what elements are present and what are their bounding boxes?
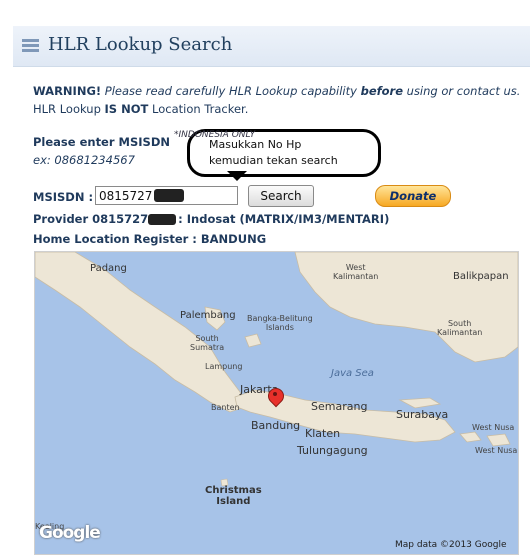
warning-text-2: using or contact us. bbox=[403, 84, 521, 98]
map-label-christmas-island: Christmas Island bbox=[205, 485, 262, 507]
top-strip bbox=[0, 0, 530, 28]
warning-text: WARNING! Please read carefully HLR Looku… bbox=[33, 82, 523, 118]
map-label-south-kalimantan: South Kalimantan bbox=[437, 319, 483, 337]
warning-bold: before bbox=[360, 84, 403, 98]
warning-line2-a: HLR Lookup bbox=[33, 102, 105, 116]
menu-icon[interactable] bbox=[22, 39, 39, 52]
warning-line2-b: IS NOT bbox=[104, 102, 149, 116]
redaction-mark bbox=[154, 189, 184, 202]
panel-header: HLR Lookup Search bbox=[13, 26, 530, 67]
warning-prefix: WARNING! bbox=[33, 84, 102, 98]
msisdn-example: ex: 08681234567 bbox=[33, 153, 135, 167]
map-label-surabaya: Surabaya bbox=[396, 408, 449, 421]
annotation-bubble-tail bbox=[227, 171, 247, 181]
map-data-attribution: Map data ©2013 Google bbox=[395, 540, 507, 550]
provider-prefix: Provider 0815727 bbox=[33, 212, 149, 226]
warning-line2-c: Location Tracker. bbox=[148, 102, 249, 116]
map-label-lampung: Lampung bbox=[205, 362, 243, 371]
map-label-balikpapan: Balikpapan bbox=[453, 271, 509, 282]
map-label-palembang: Palembang bbox=[180, 310, 236, 321]
hlr-result: Home Location Register : BANDUNG bbox=[33, 232, 267, 246]
hlr-panel: HLR Lookup Search WARNING! Please read c… bbox=[13, 26, 530, 556]
map-label-bangka-belitung: Bangka-Belitung Islands bbox=[247, 314, 313, 332]
msisdn-label: MSISDN : bbox=[33, 190, 94, 204]
warning-text-1: Please read carefully HLR Lookup capabil… bbox=[101, 84, 361, 98]
map-label-bandung: Bandung bbox=[251, 419, 301, 432]
google-logo: Google bbox=[39, 523, 101, 543]
search-button[interactable]: Search bbox=[248, 185, 314, 207]
map-label-west-kalimantan: West Kalimantan bbox=[333, 263, 379, 281]
map-label-south-sumatra: South Sumatra bbox=[190, 334, 225, 352]
location-map[interactable]: Padang West Kalimantan Balikpapan Palemba… bbox=[34, 251, 519, 555]
map-label-west-nusa: West Nusa bbox=[472, 423, 515, 432]
map-label-banten: Banten bbox=[211, 403, 240, 412]
redaction-mark bbox=[148, 214, 177, 225]
map-label-java-sea: Java Sea bbox=[331, 368, 374, 379]
map-label-tulungagung: Tulungagung bbox=[297, 444, 368, 457]
annotation-text: Masukkan No Hp kemudian tekan search bbox=[209, 137, 338, 169]
map-label-padang: Padang bbox=[90, 263, 127, 274]
enter-msisdn-label: Please enter MSISDN bbox=[33, 135, 170, 149]
provider-suffix: : Indosat (MATRIX/IM3/MENTARI) bbox=[178, 212, 390, 226]
donate-button[interactable]: Donate bbox=[375, 185, 451, 207]
map-label-klaten: Klaten bbox=[305, 427, 341, 440]
page-title: HLR Lookup Search bbox=[48, 34, 233, 55]
annotation-line-1: Masukkan No Hp bbox=[209, 138, 302, 151]
map-label-west-nusa-2: West Nusa bbox=[475, 446, 518, 455]
location-pin-dot bbox=[273, 392, 277, 396]
provider-result: Provider 0815727 : Indosat (MATRIX/IM3/ME… bbox=[33, 212, 389, 226]
annotation-line-2: kemudian tekan search bbox=[209, 154, 338, 167]
map-label-semarang: Semarang bbox=[311, 400, 368, 413]
